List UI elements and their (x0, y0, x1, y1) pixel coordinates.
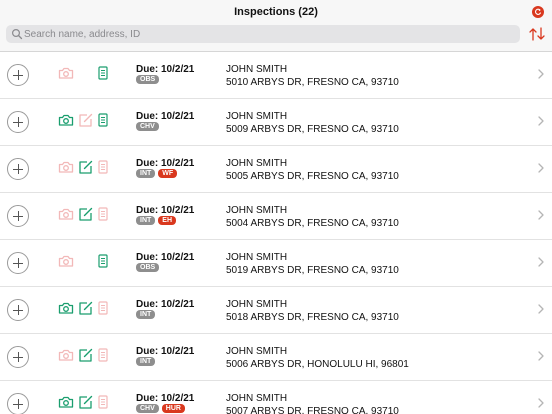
add-button[interactable] (7, 346, 29, 368)
inspection-list: Due: 10/2/21 OBS JOHN SMITH 5010 ARBYS D… (0, 52, 552, 414)
sync-button[interactable] (532, 6, 544, 18)
status-badge: WF (158, 169, 178, 178)
due-date: Due: 10/2/21 (136, 393, 195, 404)
owner-name: JOHN SMITH (226, 346, 288, 357)
table-row[interactable]: Due: 10/2/21 CHV JOHN SMITH 5009 ARBYS D… (0, 99, 552, 146)
add-button[interactable] (7, 158, 29, 180)
refresh-icon (534, 8, 542, 15)
camera-icon[interactable] (58, 113, 74, 127)
document-icon[interactable] (95, 160, 111, 174)
camera-icon[interactable] (58, 348, 74, 362)
table-row[interactable]: Due: 10/2/21 CHV HUR JOHN SMITH 5007 ARBY… (0, 381, 552, 414)
property-address: 5009 ARBYS DR, FRESNO CA, 93710 (226, 124, 399, 135)
badge-group: INT (136, 310, 158, 320)
due-date: Due: 10/2/21 (136, 299, 195, 310)
badge-group: OBS (136, 263, 162, 273)
chevron-right-icon (538, 116, 544, 126)
search-icon (11, 28, 23, 40)
due-date: Due: 10/2/21 (136, 158, 195, 169)
chevron-right-icon (538, 210, 544, 220)
status-badge: CHV (136, 122, 159, 131)
property-address: 5010 ARBYS DR, FRESNO CA, 93710 (226, 77, 399, 88)
chevron-right-icon (538, 163, 544, 173)
chevron-right-icon (538, 69, 544, 79)
camera-icon[interactable] (58, 207, 74, 221)
property-address: 5004 ARBYS DR, FRESNO CA, 93710 (226, 218, 399, 229)
add-button[interactable] (7, 299, 29, 321)
table-row[interactable]: Due: 10/2/21 INT JOHN SMITH 5006 ARBYS D… (0, 334, 552, 381)
badge-group: INT (136, 357, 158, 367)
top-bar: Inspections (22) (0, 0, 552, 52)
table-row[interactable]: Due: 10/2/21 INT WF JOHN SMITH 5005 ARBYS… (0, 146, 552, 193)
edit-icon[interactable] (78, 301, 94, 315)
due-date: Due: 10/2/21 (136, 205, 195, 216)
status-badge: INT (136, 310, 156, 319)
camera-icon[interactable] (58, 254, 74, 268)
document-icon[interactable] (95, 254, 111, 268)
chevron-right-icon (538, 398, 544, 408)
edit-icon[interactable] (78, 348, 94, 362)
add-button[interactable] (7, 64, 29, 86)
edit-icon[interactable] (78, 395, 94, 409)
status-badge: INT (136, 357, 156, 366)
chevron-right-icon (538, 257, 544, 267)
search-bar (6, 25, 520, 43)
status-badge: OBS (136, 263, 160, 272)
status-badge: INT (136, 216, 156, 225)
due-date: Due: 10/2/21 (136, 64, 195, 75)
chevron-right-icon (538, 304, 544, 314)
owner-name: JOHN SMITH (226, 158, 288, 169)
sort-arrows-icon[interactable] (528, 26, 546, 42)
table-row[interactable]: Due: 10/2/21 INT EH JOHN SMITH 5004 ARBYS… (0, 193, 552, 240)
owner-name: JOHN SMITH (226, 393, 288, 404)
property-address: 5006 ARBYS DR, HONOLULU HI, 96801 (226, 359, 409, 370)
page-title: Inspections (22) (234, 6, 318, 18)
owner-name: JOHN SMITH (226, 111, 288, 122)
property-address: 5005 ARBYS DR, FRESNO CA, 93710 (226, 171, 399, 182)
table-row[interactable]: Due: 10/2/21 INT JOHN SMITH 5018 ARBYS D… (0, 287, 552, 334)
owner-name: JOHN SMITH (226, 299, 288, 310)
due-date: Due: 10/2/21 (136, 111, 195, 122)
edit-icon[interactable] (78, 207, 94, 221)
due-date: Due: 10/2/21 (136, 346, 195, 357)
badge-group: CHV (136, 122, 162, 132)
property-address: 5018 ARBYS DR, FRESNO CA, 93710 (226, 312, 399, 323)
search-input[interactable] (24, 25, 514, 43)
camera-icon[interactable] (58, 301, 74, 315)
chevron-right-icon (538, 351, 544, 361)
edit-icon[interactable] (78, 113, 94, 127)
status-badge: INT (136, 169, 156, 178)
add-button[interactable] (7, 252, 29, 274)
status-badge: CHV (136, 404, 159, 413)
badge-group: INT WF (136, 169, 180, 179)
status-badge: OBS (136, 75, 160, 84)
badge-group: CHV HUR (136, 404, 188, 414)
property-address: 5007 ARBYS DR, FRESNO CA, 93710 (226, 406, 399, 414)
due-date: Due: 10/2/21 (136, 252, 195, 263)
add-button[interactable] (7, 393, 29, 414)
camera-icon[interactable] (58, 160, 74, 174)
owner-name: JOHN SMITH (226, 64, 288, 75)
add-button[interactable] (7, 111, 29, 133)
status-badge: HUR (161, 404, 185, 413)
badge-group: INT EH (136, 216, 179, 226)
document-icon[interactable] (95, 301, 111, 315)
owner-name: JOHN SMITH (226, 205, 288, 216)
camera-icon[interactable] (58, 66, 74, 80)
table-row[interactable]: Due: 10/2/21 OBS JOHN SMITH 5010 ARBYS D… (0, 52, 552, 99)
document-icon[interactable] (95, 113, 111, 127)
status-badge: EH (158, 216, 177, 225)
badge-group: OBS (136, 75, 162, 85)
edit-icon[interactable] (78, 160, 94, 174)
document-icon[interactable] (95, 348, 111, 362)
owner-name: JOHN SMITH (226, 252, 288, 263)
document-icon[interactable] (95, 207, 111, 221)
document-icon[interactable] (95, 395, 111, 409)
document-icon[interactable] (95, 66, 111, 80)
add-button[interactable] (7, 205, 29, 227)
table-row[interactable]: Due: 10/2/21 OBS JOHN SMITH 5019 ARBYS D… (0, 240, 552, 287)
property-address: 5019 ARBYS DR, FRESNO CA, 93710 (226, 265, 399, 276)
camera-icon[interactable] (58, 395, 74, 409)
